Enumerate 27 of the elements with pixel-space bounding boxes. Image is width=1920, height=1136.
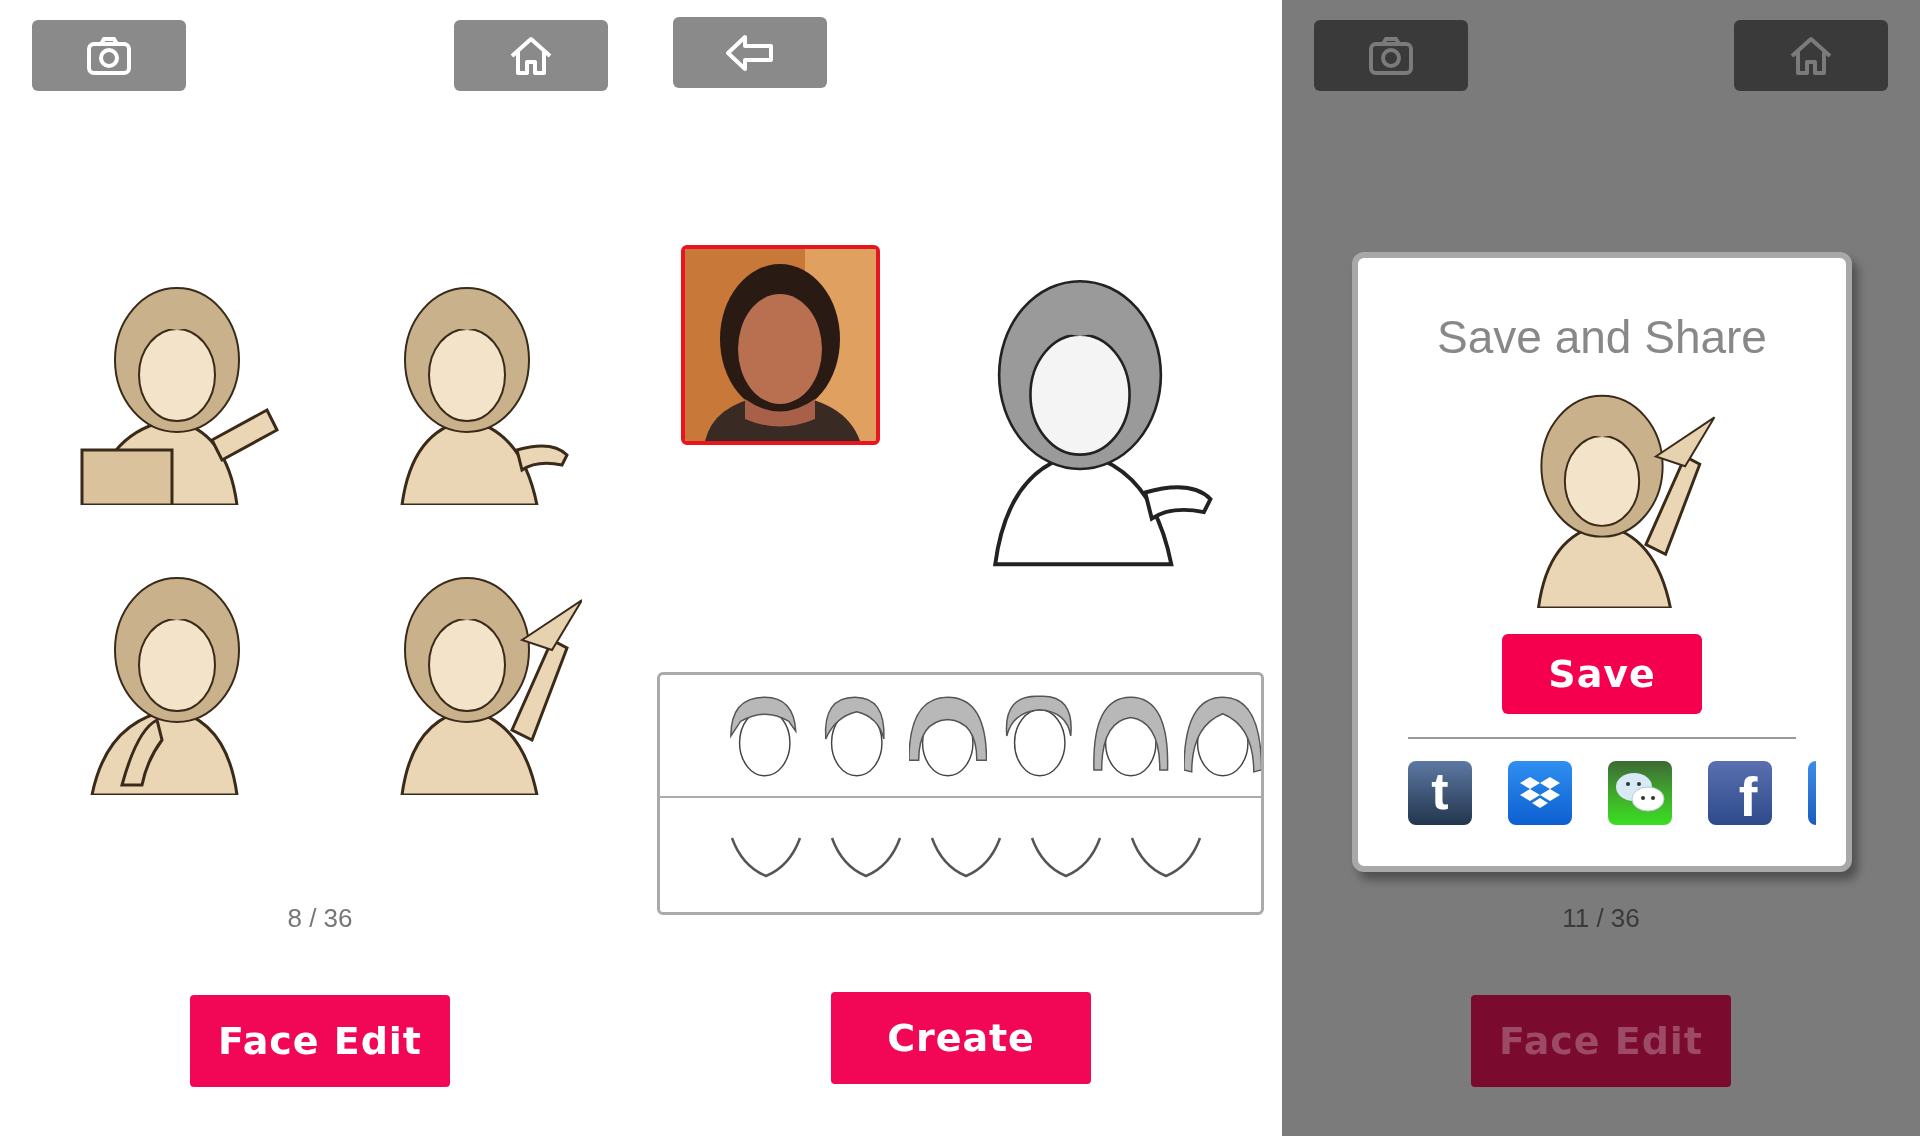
create-button[interactable]: Create xyxy=(831,992,1091,1084)
chin-option[interactable] xyxy=(730,836,802,878)
home-icon xyxy=(509,35,553,76)
back-arrow-icon xyxy=(725,32,775,73)
chin-option[interactable] xyxy=(1030,836,1102,878)
back-button[interactable] xyxy=(673,17,827,88)
tumblr-share-button[interactable]: t xyxy=(1408,761,1472,825)
facebook-share-button[interactable]: f xyxy=(1708,761,1772,825)
chin-option[interactable] xyxy=(1130,836,1202,878)
camera-icon xyxy=(86,35,132,76)
home-button[interactable] xyxy=(454,20,608,91)
save-button[interactable]: Save xyxy=(1502,634,1702,714)
page-indicator: 8 / 36 xyxy=(287,903,353,933)
camera-icon xyxy=(1368,35,1414,76)
open-box-icon xyxy=(1520,775,1560,811)
dialog-title: Save and Share xyxy=(1437,310,1767,364)
face-edit-button[interactable]: Face Edit xyxy=(190,995,450,1087)
chin-option[interactable] xyxy=(830,836,902,878)
chin-option[interactable] xyxy=(930,836,1002,878)
home-icon xyxy=(1789,35,1833,76)
page-indicator: 11 / 36 xyxy=(1562,903,1640,933)
home-button[interactable] xyxy=(1734,20,1888,91)
dropbox-share-button[interactable] xyxy=(1508,761,1572,825)
camera-button[interactable] xyxy=(32,20,186,91)
camera-button[interactable] xyxy=(1314,20,1468,91)
share-button[interactable] xyxy=(1808,761,1816,825)
wechat-share-button[interactable] xyxy=(1608,761,1672,825)
